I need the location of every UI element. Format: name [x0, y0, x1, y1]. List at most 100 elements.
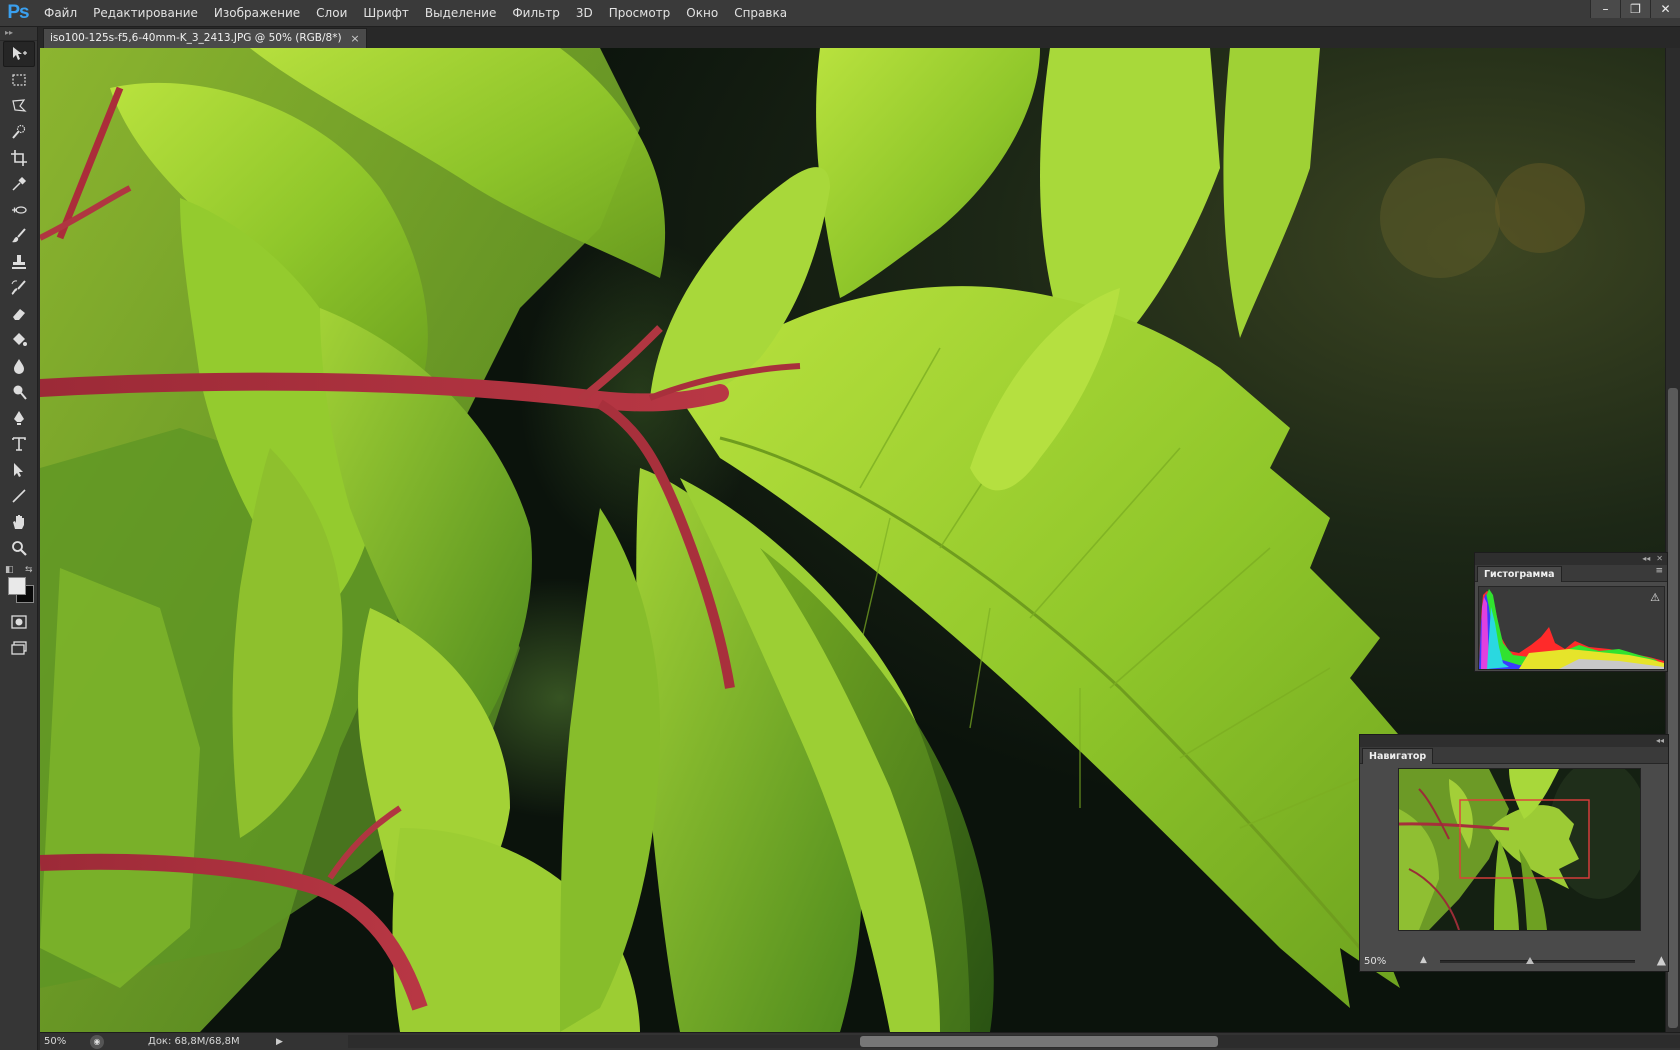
menu-filter[interactable]: Фильтр	[504, 0, 567, 27]
close-window-button[interactable]: ✕	[1650, 0, 1680, 18]
close-tab-icon[interactable]: ×	[350, 29, 359, 48]
crop-tool[interactable]	[3, 145, 35, 171]
navigator-zoom-value[interactable]: 50%	[1360, 956, 1412, 967]
foreground-color-swatch[interactable]	[8, 577, 26, 595]
drop-icon	[14, 359, 24, 374]
status-menu-arrow-icon[interactable]: ▶	[276, 1037, 288, 1047]
photoshop-logo: Ps	[7, 2, 29, 23]
document-tab[interactable]: iso100-125s-f5,6-40mm-K_3_2413.JPG @ 50%…	[43, 28, 367, 48]
move-tool[interactable]	[3, 41, 35, 67]
status-info-icon[interactable]: ◉	[90, 1034, 104, 1049]
blur-tool[interactable]	[3, 353, 35, 379]
healing-icon	[12, 206, 27, 214]
status-bar: 50% ◉ Док: 68,8M/68,8M ▶	[40, 1032, 1680, 1050]
collapse-panel-icon[interactable]: ◂◂	[1642, 553, 1650, 565]
eyedropper-icon	[12, 176, 27, 191]
path-selection-tool[interactable]	[3, 457, 35, 483]
navigator-panel-header: ◂◂	[1360, 735, 1668, 747]
bucket-icon	[13, 333, 27, 346]
quick-selection-tool[interactable]	[3, 119, 35, 145]
tab-histogram[interactable]: Гистограмма	[1477, 566, 1562, 582]
stamp-icon	[12, 255, 26, 269]
screen-mode-button[interactable]	[3, 635, 35, 661]
dodge-icon	[13, 385, 27, 400]
navigator-preview	[1399, 769, 1640, 930]
menu-bar: Ps Файл Редактирование Изображение Слои …	[0, 0, 1680, 27]
clone-stamp-tool[interactable]	[3, 249, 35, 275]
menu-edit[interactable]: Редактирование	[85, 0, 206, 27]
move-icon	[13, 47, 27, 60]
horizontal-scroll-thumb[interactable]	[860, 1036, 1218, 1047]
quick-mask-icon	[11, 615, 27, 629]
menu-window[interactable]: Окно	[678, 0, 726, 27]
navigator-panel: ◂◂ Навигатор 50% ▲ ▲	[1359, 734, 1669, 972]
menu-type[interactable]: Шрифт	[355, 0, 417, 27]
quick-mask-button[interactable]	[3, 609, 35, 635]
hand-tool[interactable]	[3, 509, 35, 535]
document-tab-bar: iso100-125s-f5,6-40mm-K_3_2413.JPG @ 50%…	[40, 27, 1680, 48]
window-controls: – ❐ ✕	[1590, 0, 1680, 18]
histogram-graph: ⚠	[1478, 586, 1665, 670]
menu-layers[interactable]: Слои	[308, 0, 355, 27]
dodge-tool[interactable]	[3, 379, 35, 405]
hand-icon	[13, 515, 24, 529]
brush-icon	[12, 228, 26, 243]
navigator-zoom-bar: 50% ▲ ▲	[1360, 953, 1668, 969]
default-colors-icon[interactable]: ◧	[5, 565, 14, 575]
pen-icon	[14, 411, 24, 425]
line-tool[interactable]	[3, 483, 35, 509]
minimize-button[interactable]: –	[1590, 0, 1620, 18]
screen-mode-icon	[11, 641, 27, 655]
histogram-chart	[1479, 587, 1664, 669]
zoom-icon	[12, 541, 27, 556]
menu-select[interactable]: Выделение	[417, 0, 504, 27]
document-tab-title: iso100-125s-f5,6-40mm-K_3_2413.JPG @ 50%…	[50, 32, 342, 44]
menu-items: Файл Редактирование Изображение Слои Шри…	[36, 0, 795, 27]
zoom-slider-knob[interactable]	[1526, 957, 1534, 964]
color-swatches[interactable]: ◧ ⇆	[3, 565, 35, 605]
type-icon	[12, 437, 26, 451]
toolbox-collapse-icon[interactable]: ▸▸	[0, 27, 37, 41]
tab-navigator[interactable]: Навигатор	[1362, 748, 1434, 764]
menu-help[interactable]: Справка	[726, 0, 795, 27]
close-panel-icon[interactable]: ✕	[1656, 553, 1663, 565]
navigator-thumbnail[interactable]	[1398, 768, 1641, 931]
menu-view[interactable]: Просмотр	[601, 0, 679, 27]
menu-file[interactable]: Файл	[36, 0, 85, 27]
histogram-tab-strip: Гистограмма ≡	[1475, 565, 1667, 582]
type-tool[interactable]	[3, 431, 35, 457]
eraser-icon	[13, 309, 25, 320]
menu-3d[interactable]: 3D	[568, 0, 601, 27]
histogram-panel: ◂◂ ✕ Гистограмма ≡ ⚠	[1474, 552, 1668, 672]
panel-menu-icon[interactable]: ≡	[1655, 566, 1663, 576]
vertical-scroll-thumb[interactable]	[1668, 388, 1678, 1028]
rect-marquee-icon	[12, 74, 26, 86]
zoom-in-icon[interactable]: ▲	[1657, 953, 1666, 967]
pen-tool[interactable]	[3, 405, 35, 431]
paint-bucket-tool[interactable]	[3, 327, 35, 353]
marquee-tool[interactable]	[3, 67, 35, 93]
crop-icon	[11, 150, 27, 166]
cache-warning-icon[interactable]: ⚠	[1650, 591, 1660, 604]
brush-tool[interactable]	[3, 223, 35, 249]
restore-button[interactable]: ❐	[1620, 0, 1650, 18]
swap-colors-icon[interactable]: ⇆	[25, 565, 33, 575]
horizontal-scrollbar[interactable]	[348, 1035, 1680, 1048]
status-zoom[interactable]: 50%	[40, 1036, 88, 1047]
collapse-navigator-icon[interactable]: ◂◂	[1656, 735, 1664, 747]
eyedropper-tool[interactable]	[3, 171, 35, 197]
polygonal-lasso-icon	[12, 99, 27, 112]
line-icon	[12, 489, 26, 503]
spot-healing-tool[interactable]	[3, 197, 35, 223]
history-brush-tool[interactable]	[3, 275, 35, 301]
status-doc-size: Док: 68,8M/68,8M	[148, 1036, 240, 1047]
histogram-panel-header: ◂◂ ✕	[1475, 553, 1667, 565]
history-brush-icon	[11, 280, 26, 295]
path-select-icon	[14, 463, 23, 477]
menu-image[interactable]: Изображение	[206, 0, 308, 27]
zoom-out-icon[interactable]: ▲	[1420, 955, 1427, 965]
navigator-zoom-slider[interactable]	[1440, 957, 1635, 964]
lasso-tool[interactable]	[3, 93, 35, 119]
zoom-tool[interactable]	[3, 535, 35, 561]
eraser-tool[interactable]	[3, 301, 35, 327]
